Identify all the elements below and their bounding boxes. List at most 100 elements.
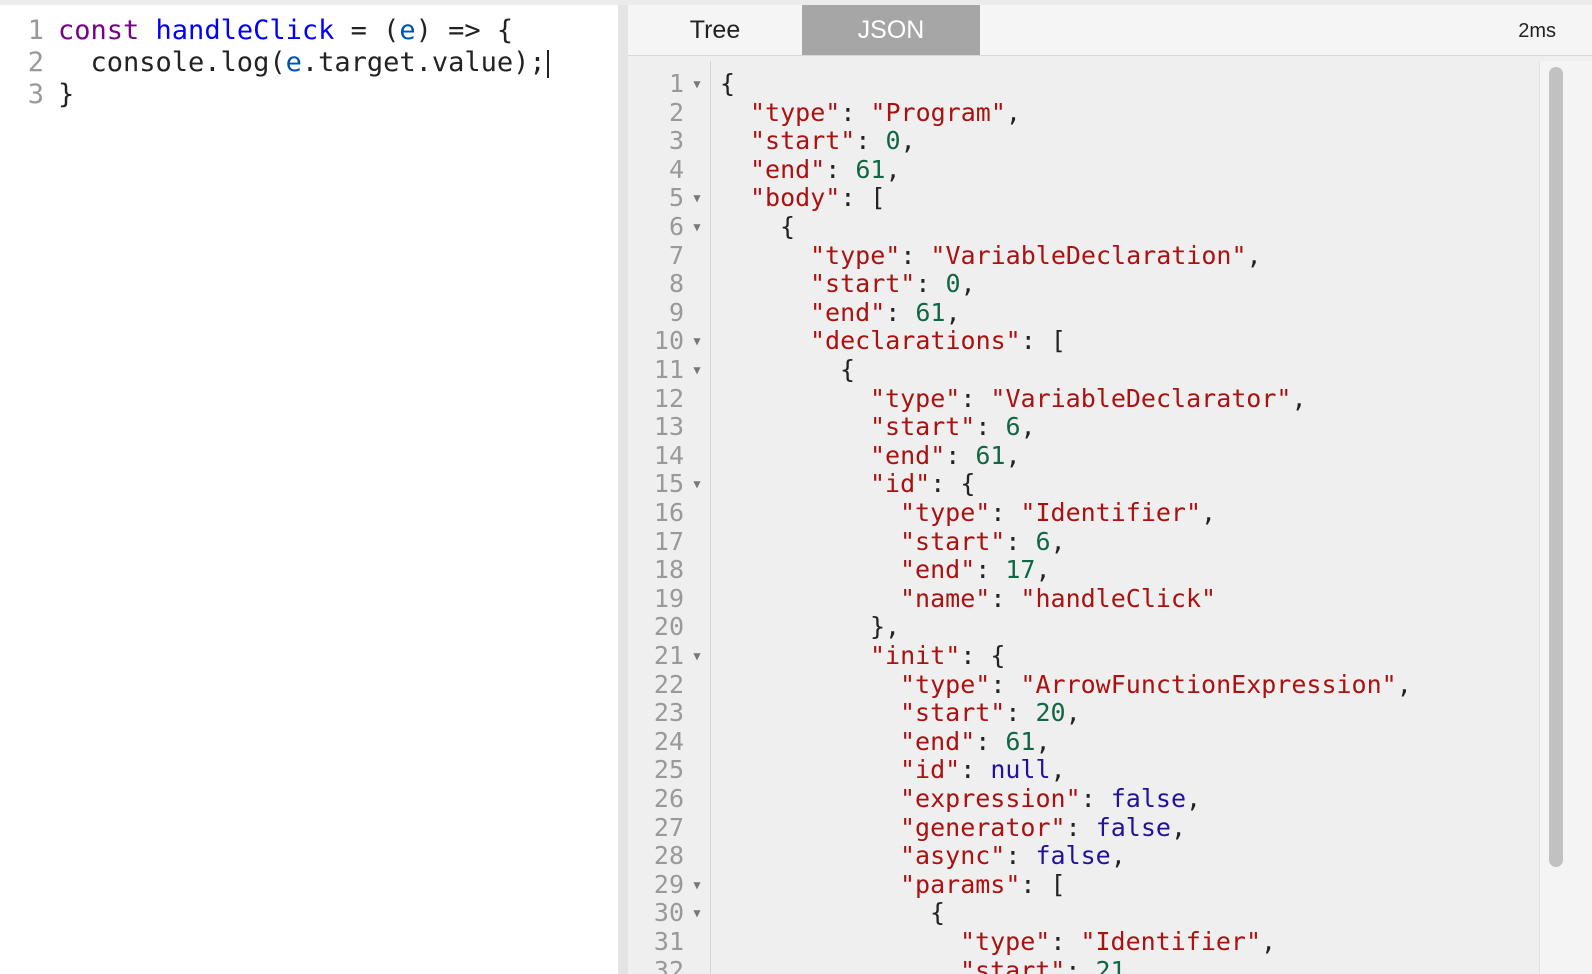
fold-toggle-icon[interactable]: ▼ [690, 470, 704, 499]
json-line: 13 "start": 6, [628, 412, 1528, 442]
json-token: : [885, 297, 916, 327]
vertical-scrollbar[interactable] [1539, 61, 1592, 974]
json-line: 19 "name": "handleClick" [628, 584, 1528, 614]
line-number: 11 [653, 355, 684, 384]
json-code: "end": 61, [900, 726, 1051, 757]
json-token: , [1050, 526, 1066, 556]
line-number: 17 [653, 526, 684, 556]
json-token: 61 [1005, 726, 1036, 756]
json-line: 20}, [628, 613, 1528, 642]
json-token: , [1291, 383, 1307, 413]
json-token: : [990, 498, 1021, 527]
json-token: "Identifier" [1080, 927, 1262, 956]
json-line: 2 "type": "Program", [628, 97, 1528, 128]
json-token: "params" [900, 869, 1021, 899]
json-token: : [915, 269, 946, 299]
fold-toggle-icon[interactable]: ▼ [690, 327, 704, 356]
json-token: : [825, 154, 856, 184]
line-number: 7 [668, 240, 684, 270]
json-code: "end": 17, [900, 555, 1051, 585]
json-token: , [1005, 440, 1021, 470]
line-number: 22 [653, 669, 684, 699]
json-line: 25 "id": null, [628, 756, 1528, 785]
fold-toggle-icon[interactable]: ▼ [690, 213, 704, 242]
json-code: "start": 6, [870, 412, 1036, 442]
line-number: 2 [668, 97, 684, 127]
json-line: 8 "start": 0, [628, 269, 1528, 299]
json-line: 11 ▼ { [628, 355, 1528, 385]
line-number: 4 [668, 154, 684, 184]
json-token: { [720, 69, 736, 98]
json-code: "type": "VariableDeclaration", [810, 240, 1262, 271]
json-token: "VariableDeclarator" [990, 383, 1292, 413]
json-token: 20 [1035, 698, 1066, 728]
line-number: 10 [653, 326, 684, 356]
json-token: false [1035, 841, 1111, 871]
line-number: 3 [27, 79, 44, 110]
json-line: 4 "end": 61, [628, 154, 1528, 185]
json-code: { [930, 899, 945, 928]
fold-toggle-icon[interactable]: ▼ [690, 70, 704, 99]
json-token: , [960, 269, 976, 299]
fold-toggle-icon[interactable]: ▼ [690, 871, 704, 900]
json-token: "end" [900, 726, 976, 756]
json-token: 0 [885, 126, 901, 156]
json-line: 6 ▼ { [628, 212, 1528, 242]
fold-toggle-icon[interactable]: ▼ [690, 356, 704, 385]
json-line: 21 ▼ "init": { [628, 641, 1528, 671]
line-number: 12 [653, 383, 684, 413]
line-number: 14 [653, 440, 684, 470]
text-cursor [546, 49, 549, 78]
json-token: 17 [1005, 555, 1036, 585]
json-token: null [990, 755, 1051, 785]
fold-toggle-icon[interactable]: ▼ [690, 642, 704, 671]
line-number: 31 [653, 927, 684, 956]
source-editor[interactable]: 1 const handleClick = (e) => {2 console.l… [0, 5, 618, 974]
source-code: } [58, 79, 74, 111]
json-line: 24 "end": 61, [628, 726, 1528, 757]
json-token: : [960, 755, 991, 785]
json-code: "type": "ArrowFunctionExpression", [900, 670, 1412, 700]
json-token: , [1246, 240, 1262, 270]
json-line: 10 ▼ "declarations": [ [628, 327, 1528, 356]
json-code: "type": "Identifier", [900, 498, 1216, 528]
fold-toggle-icon[interactable]: ▼ [690, 184, 704, 213]
json-token: { [780, 212, 796, 241]
line-number: 24 [653, 726, 684, 756]
json-line: 1 ▼ { [628, 69, 1528, 99]
json-token: , [1261, 927, 1277, 956]
json-token: "VariableDeclaration" [930, 240, 1247, 270]
json-token: : [960, 383, 991, 413]
scrollbar-thumb[interactable] [1549, 67, 1563, 867]
tab-tree[interactable]: Tree [628, 5, 802, 55]
code-token: const [58, 15, 140, 46]
json-code: "body": [ [750, 184, 885, 213]
json-token: "type" [810, 240, 901, 270]
json-output-view[interactable]: 1 ▼{2 "type": "Program", 3 "start": 0, 4 "end"… [628, 61, 1592, 974]
fold-toggle-icon[interactable]: ▼ [690, 899, 704, 928]
json-token: 0 [945, 269, 961, 299]
json-code: "generator": false, [900, 812, 1187, 843]
panel-splitter[interactable] [618, 5, 628, 974]
code-token: e [285, 47, 302, 78]
line-number: 5 [668, 183, 684, 213]
json-code: "type": "VariableDeclarator", [870, 383, 1307, 414]
json-token: : [ [1020, 326, 1066, 356]
json-token: "Identifier" [1020, 498, 1202, 527]
tab-json[interactable]: JSON [802, 5, 980, 55]
json-token: "Program" [870, 97, 1006, 127]
json-token: : [900, 240, 931, 270]
json-token: "end" [900, 555, 976, 585]
line-number: 9 [668, 297, 684, 327]
json-token: : [975, 412, 1006, 442]
line-number: 15 [653, 469, 684, 499]
json-token: "declarations" [810, 326, 1021, 356]
json-token: , [1170, 812, 1187, 842]
json-token: : [1005, 698, 1036, 728]
code-token: e [399, 15, 416, 46]
line-number: 20 [653, 612, 684, 642]
code-token: = ( [334, 15, 400, 46]
json-token: , [1186, 784, 1202, 813]
json-token: : [1050, 927, 1081, 956]
